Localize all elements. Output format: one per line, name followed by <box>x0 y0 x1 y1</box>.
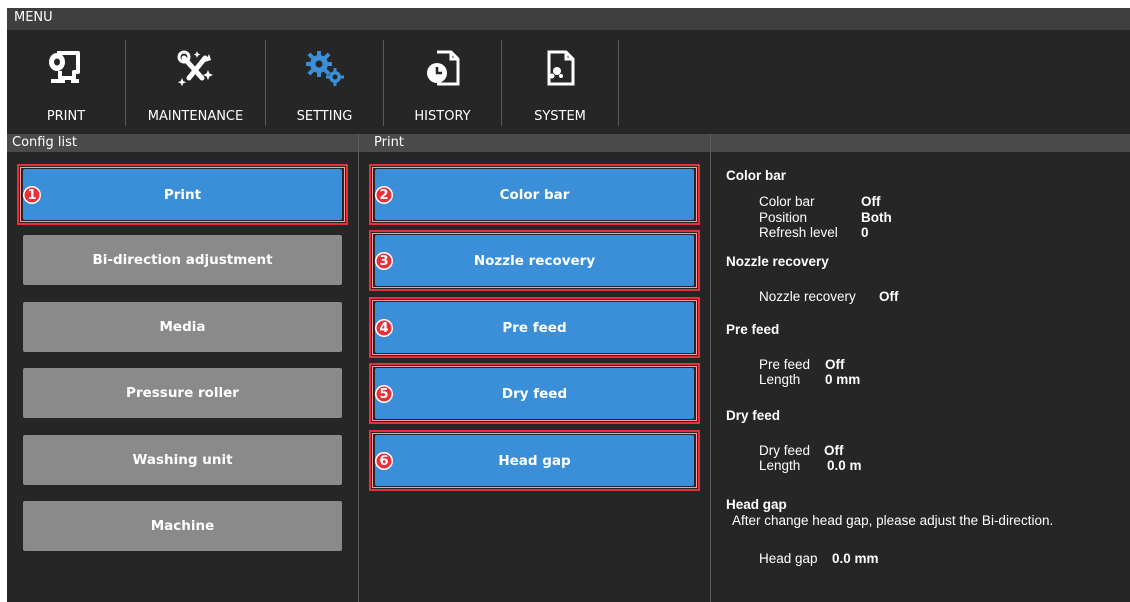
head-gap-note: After change head gap, please adjust the… <box>732 513 1054 528</box>
app-window: MENU PRINT MAINTENANCE SETTING HISTORY S… <box>7 8 1130 602</box>
pre-feed-value: Off <box>825 357 845 372</box>
print-nozzle-recovery-label: Nozzle recovery <box>473 252 596 269</box>
config-print-label: Print <box>163 186 202 203</box>
dry-feed-value: Off <box>824 443 844 458</box>
config-media-label: Media <box>159 319 206 335</box>
main-toolbar: PRINT MAINTENANCE SETTING HISTORY SYSTEM <box>7 30 1130 130</box>
config-washing-unit-label: Washing unit <box>132 452 233 468</box>
detail-panel-header <box>711 134 1130 152</box>
config-pressure-roller-button[interactable]: Pressure roller <box>23 368 342 418</box>
system-doc-icon <box>547 50 575 86</box>
config-bi-direction-adjustment-button[interactable]: Bi-direction adjustment <box>23 235 342 285</box>
print-pre-feed-label: Pre feed <box>502 319 567 336</box>
nozzle-recovery-label: Nozzle recovery <box>759 289 856 304</box>
column-divider <box>358 134 359 602</box>
config-list-header: Config list <box>7 134 358 152</box>
config-media-button[interactable]: Media <box>23 302 342 352</box>
tools-icon <box>177 50 213 87</box>
toolbar-setting-label: SETTING <box>296 109 353 124</box>
position-label: Position <box>759 210 808 225</box>
nozzle-recovery-value: Off <box>879 289 899 304</box>
config-list-header-label: Config list <box>12 135 77 150</box>
print-pre-feed-button[interactable]: Pre feed <box>375 302 694 353</box>
menu-bar: MENU <box>7 8 1130 30</box>
head-gap-section-title: Head gap <box>726 497 787 512</box>
callout-badge-2: 2 <box>375 186 393 204</box>
config-bi-direction-label: Bi-direction adjustment <box>92 252 273 268</box>
color-bar-value: Off <box>861 194 881 209</box>
toolbar-setting-button[interactable]: SETTING <box>266 30 383 130</box>
print-head-gap-button[interactable]: Head gap <box>375 435 694 486</box>
toolbar-system-label: SYSTEM <box>534 109 586 124</box>
callout-badge-1: 1 <box>23 186 41 204</box>
head-gap-label: Head gap <box>759 551 818 566</box>
callout-badge-4: 4 <box>375 319 393 337</box>
color-bar-section-title: Color bar <box>726 168 787 183</box>
print-color-bar-button[interactable]: Color bar <box>375 169 694 220</box>
position-value: Both <box>861 210 892 225</box>
refresh-level-label: Refresh level <box>759 225 838 240</box>
head-gap-value: 0.0 mm <box>832 551 879 566</box>
color-bar-label: Color bar <box>759 194 815 209</box>
print-nozzle-recovery-button[interactable]: Nozzle recovery <box>375 235 694 286</box>
toolbar-print-button[interactable]: PRINT <box>7 30 125 130</box>
print-dry-feed-button[interactable]: Dry feed <box>375 368 694 419</box>
config-washing-unit-button[interactable]: Washing unit <box>23 435 342 485</box>
toolbar-divider <box>618 40 619 126</box>
config-machine-button[interactable]: Machine <box>23 501 342 551</box>
pre-feed-label: Pre feed <box>759 357 811 372</box>
print-dry-feed-label: Dry feed <box>501 385 568 402</box>
toolbar-print-label: PRINT <box>46 109 86 124</box>
history-clock-icon <box>426 50 459 86</box>
print-roll-icon <box>49 51 80 83</box>
toolbar-maintenance-label: MAINTENANCE <box>147 109 244 124</box>
config-print-button[interactable]: Print <box>23 169 342 220</box>
print-head-gap-label: Head gap <box>498 452 571 469</box>
pre-feed-length-value: 0 mm <box>825 372 861 387</box>
print-panel-header-label: Print <box>374 135 404 150</box>
callout-badge-6: 6 <box>375 452 393 470</box>
callout-badge-3: 3 <box>375 252 393 270</box>
callout-badge-5: 5 <box>375 385 393 403</box>
column-divider <box>710 134 711 602</box>
dry-feed-length-label: Length <box>759 458 801 473</box>
toolbar-maintenance-button[interactable]: MAINTENANCE <box>126 30 265 130</box>
print-panel-header: Print <box>359 134 710 152</box>
gears-icon <box>305 51 344 86</box>
dry-feed-length-value: 0.0 m <box>827 458 862 473</box>
print-color-bar-label: Color bar <box>499 186 570 203</box>
config-machine-label: Machine <box>150 518 215 534</box>
pre-feed-length-label: Length <box>759 372 801 387</box>
toolbar-history-label: HISTORY <box>414 109 471 124</box>
toolbar-system-button[interactable]: SYSTEM <box>502 30 618 130</box>
dry-feed-label: Dry feed <box>759 443 811 458</box>
settings-detail-panel: Color bar Color bar Off Position Both Re… <box>719 154 1130 602</box>
refresh-level-value: 0 <box>861 225 869 240</box>
config-pressure-roller-label: Pressure roller <box>126 385 239 401</box>
pre-feed-section-title: Pre feed <box>726 322 780 337</box>
menu-title: MENU <box>14 10 53 25</box>
nozzle-recovery-section-title: Nozzle recovery <box>726 254 829 269</box>
toolbar-history-button[interactable]: HISTORY <box>384 30 501 130</box>
dry-feed-section-title: Dry feed <box>726 408 781 423</box>
